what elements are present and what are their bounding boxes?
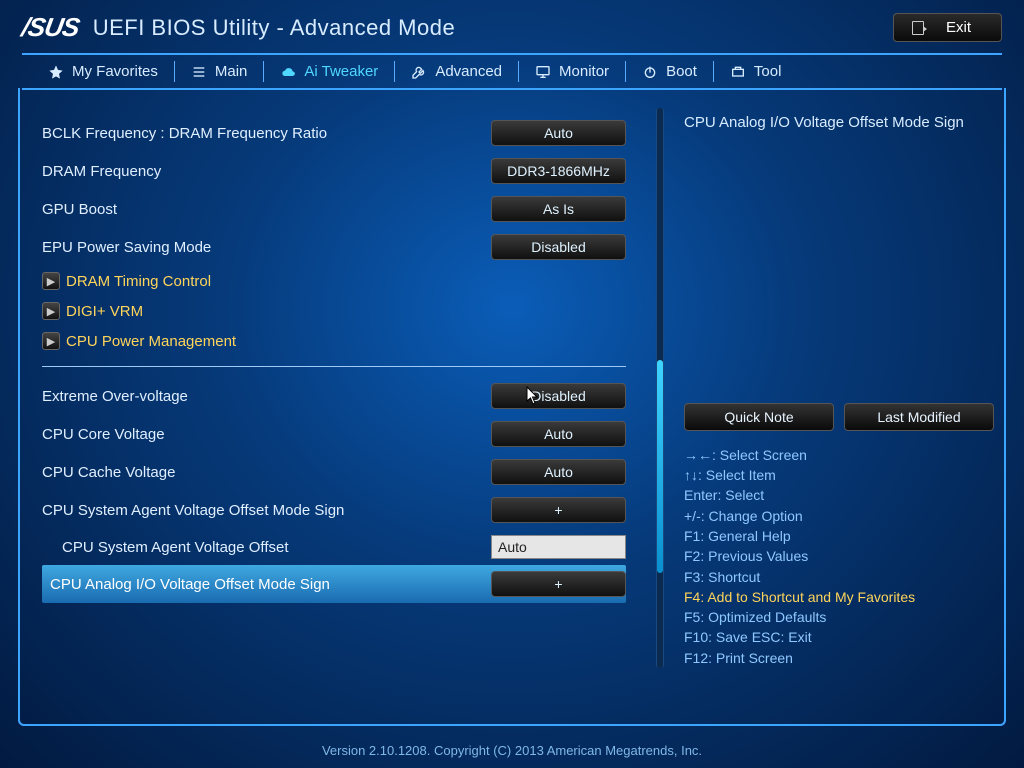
setting-value-button[interactable]: + bbox=[491, 571, 626, 597]
setting-value-button[interactable]: Auto bbox=[491, 421, 626, 447]
page-title: UEFI BIOS Utility - Advanced Mode bbox=[93, 15, 456, 41]
tab-favorites[interactable]: My Favorites bbox=[32, 61, 175, 82]
setting-sa-voltage-offset[interactable]: CPU System Agent Voltage Offset bbox=[42, 529, 648, 565]
settings-panel: BCLK Frequency : DRAM Frequency Ratio Au… bbox=[22, 108, 648, 668]
tab-monitor[interactable]: Monitor bbox=[519, 61, 626, 82]
star-icon bbox=[48, 64, 64, 80]
setting-value-button[interactable]: Disabled bbox=[491, 383, 626, 409]
section-divider bbox=[42, 366, 626, 367]
header-left: /SUS UEFI BIOS Utility - Advanced Mode bbox=[22, 12, 455, 43]
submenu-label: DIGI+ VRM bbox=[66, 303, 143, 320]
hint-f3: F3: Shortcut bbox=[684, 567, 994, 587]
hint-select-screen: →←: Select Screen bbox=[684, 445, 994, 465]
content: BCLK Frequency : DRAM Frequency Ratio Au… bbox=[22, 108, 1002, 668]
setting-bclk-ratio[interactable]: BCLK Frequency : DRAM Frequency Ratio Au… bbox=[42, 114, 648, 152]
tab-label: My Favorites bbox=[72, 63, 158, 80]
setting-analog-io-voltage-sign[interactable]: CPU Analog I/O Voltage Offset Mode Sign … bbox=[42, 565, 626, 603]
tab-label: Main bbox=[215, 63, 248, 80]
tab-aitweaker[interactable]: Ai Tweaker bbox=[264, 61, 395, 82]
setting-value-button[interactable]: As Is bbox=[491, 196, 626, 222]
quick-note-button[interactable]: Quick Note bbox=[684, 403, 834, 431]
submenu-label: DRAM Timing Control bbox=[66, 273, 211, 290]
submenu-label: CPU Power Management bbox=[66, 333, 236, 350]
hint-change: +/-: Change Option bbox=[684, 506, 994, 526]
submenu-arrow-icon: ▶ bbox=[42, 302, 60, 320]
submenu-dram-timing[interactable]: ▶ DRAM Timing Control bbox=[42, 266, 648, 296]
setting-gpu-boost[interactable]: GPU Boost As Is bbox=[42, 190, 648, 228]
setting-value-button[interactable]: + bbox=[491, 497, 626, 523]
tab-label: Boot bbox=[666, 63, 697, 80]
tab-label: Ai Tweaker bbox=[304, 63, 378, 80]
hint-f4: F4: Add to Shortcut and My Favorites bbox=[684, 587, 994, 607]
setting-label: GPU Boost bbox=[42, 201, 491, 218]
exit-icon bbox=[912, 21, 924, 35]
header: /SUS UEFI BIOS Utility - Advanced Mode E… bbox=[0, 0, 1024, 49]
key-hints: →←: Select Screen ↑↓: Select Item Enter:… bbox=[684, 445, 994, 668]
tab-bar: My Favorites Main Ai Tweaker Advanced Mo… bbox=[22, 53, 1002, 90]
help-text: CPU Analog I/O Voltage Offset Mode Sign bbox=[684, 108, 994, 133]
setting-cpu-cache-voltage[interactable]: CPU Cache Voltage Auto bbox=[42, 453, 648, 491]
exit-label: Exit bbox=[946, 19, 971, 36]
setting-value-button[interactable]: Auto bbox=[491, 120, 626, 146]
setting-value-input[interactable] bbox=[491, 535, 626, 559]
tab-label: Tool bbox=[754, 63, 782, 80]
submenu-digi-vrm[interactable]: ▶ DIGI+ VRM bbox=[42, 296, 648, 326]
setting-sa-voltage-sign[interactable]: CPU System Agent Voltage Offset Mode Sig… bbox=[42, 491, 648, 529]
scrollbar[interactable] bbox=[656, 108, 664, 668]
hint-enter: Enter: Select bbox=[684, 485, 994, 505]
hint-f2: F2: Previous Values bbox=[684, 546, 994, 566]
setting-epu-power-saving[interactable]: EPU Power Saving Mode Disabled bbox=[42, 228, 648, 266]
setting-cpu-core-voltage[interactable]: CPU Core Voltage Auto bbox=[42, 415, 648, 453]
setting-dram-frequency[interactable]: DRAM Frequency DDR3-1866MHz bbox=[42, 152, 648, 190]
setting-label: Extreme Over-voltage bbox=[42, 388, 491, 405]
side-buttons: Quick Note Last Modified bbox=[684, 403, 994, 431]
cloud-icon bbox=[280, 64, 296, 80]
setting-value-button[interactable]: Disabled bbox=[491, 234, 626, 260]
monitor-icon bbox=[535, 64, 551, 80]
exit-button[interactable]: Exit bbox=[893, 13, 1002, 42]
list-icon bbox=[191, 64, 207, 80]
submenu-arrow-icon: ▶ bbox=[42, 272, 60, 290]
tab-boot[interactable]: Boot bbox=[626, 61, 714, 82]
setting-label: DRAM Frequency bbox=[42, 163, 491, 180]
setting-extreme-overvoltage[interactable]: Extreme Over-voltage Disabled bbox=[42, 377, 648, 415]
setting-value-button[interactable]: Auto bbox=[491, 459, 626, 485]
hint-f10: F10: Save ESC: Exit bbox=[684, 627, 994, 647]
tab-main[interactable]: Main bbox=[175, 61, 265, 82]
setting-label: BCLK Frequency : DRAM Frequency Ratio bbox=[42, 125, 491, 142]
submenu-arrow-icon: ▶ bbox=[42, 332, 60, 350]
tool-icon bbox=[730, 64, 746, 80]
tab-label: Advanced bbox=[435, 63, 502, 80]
power-icon bbox=[642, 64, 658, 80]
setting-label: CPU Core Voltage bbox=[42, 426, 491, 443]
tab-label: Monitor bbox=[559, 63, 609, 80]
last-modified-button[interactable]: Last Modified bbox=[844, 403, 994, 431]
help-panel: CPU Analog I/O Voltage Offset Mode Sign … bbox=[672, 108, 1002, 668]
hint-f5: F5: Optimized Defaults bbox=[684, 607, 994, 627]
setting-label: CPU System Agent Voltage Offset Mode Sig… bbox=[42, 502, 491, 519]
hint-f12: F12: Print Screen bbox=[684, 648, 994, 668]
tab-advanced[interactable]: Advanced bbox=[395, 61, 519, 82]
wrench-icon bbox=[411, 64, 427, 80]
hint-f1: F1: General Help bbox=[684, 526, 994, 546]
scrollbar-thumb[interactable] bbox=[657, 360, 663, 573]
asus-logo: /SUS bbox=[19, 12, 81, 43]
submenu-cpu-power-management[interactable]: ▶ CPU Power Management bbox=[42, 326, 648, 356]
setting-label: CPU Analog I/O Voltage Offset Mode Sign bbox=[42, 576, 491, 593]
footer: Version 2.10.1208. Copyright (C) 2013 Am… bbox=[0, 743, 1024, 758]
setting-label: EPU Power Saving Mode bbox=[42, 239, 491, 256]
tab-tool[interactable]: Tool bbox=[714, 61, 798, 82]
setting-label: CPU System Agent Voltage Offset bbox=[62, 539, 491, 556]
setting-label: CPU Cache Voltage bbox=[42, 464, 491, 481]
setting-value-button[interactable]: DDR3-1866MHz bbox=[491, 158, 626, 184]
hint-select-item: ↑↓: Select Item bbox=[684, 465, 994, 485]
